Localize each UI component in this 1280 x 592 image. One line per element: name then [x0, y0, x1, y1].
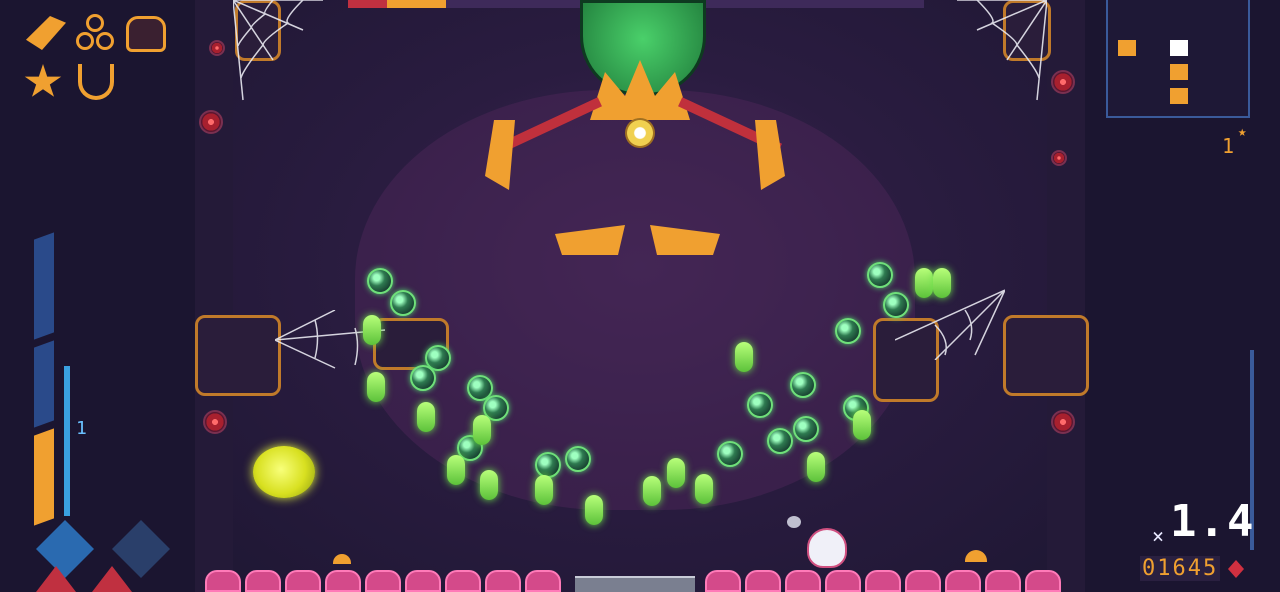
- slime-droplet: [853, 410, 871, 440]
- multiplier-value: 1.4: [1170, 496, 1256, 547]
- left-wall: [195, 0, 233, 592]
- boss-health-fill: [348, 0, 446, 8]
- blaster-icon[interactable]: [36, 520, 94, 578]
- star-icon: ★: [1238, 124, 1247, 140]
- ammo-count: 1: [76, 418, 87, 439]
- slime-droplet: [480, 470, 498, 500]
- slime-droplet: [447, 455, 465, 485]
- wall-eye: [1051, 70, 1075, 94]
- slime-droplet: [473, 415, 491, 445]
- slime-droplet: [417, 402, 435, 432]
- minimap: [1106, 0, 1250, 118]
- player-character: [807, 528, 847, 568]
- mushroom: [333, 554, 351, 564]
- wall-eye: [1051, 150, 1067, 166]
- star-badge-icon[interactable]: [24, 64, 62, 97]
- jar-icon[interactable]: [126, 16, 166, 52]
- slime-orb: [793, 416, 819, 442]
- slime-droplet: [735, 342, 753, 372]
- slime-orb: [410, 365, 436, 391]
- slime-orb: [390, 290, 416, 316]
- slime-orb: [883, 292, 909, 318]
- slime-droplet: [933, 268, 951, 298]
- minimap-current-room: [1170, 40, 1188, 56]
- cobweb: [233, 0, 323, 101]
- boss-leg-claw: [650, 225, 720, 255]
- multiplier-prefix: ×: [1152, 524, 1165, 548]
- cobweb: [957, 0, 1047, 101]
- slime-droplet: [535, 475, 553, 505]
- right-wall-brick: [1003, 315, 1089, 396]
- energy-gauge: [34, 232, 74, 526]
- anchor-icon[interactable]: [78, 64, 114, 100]
- rocket-icon[interactable]: [26, 16, 66, 50]
- wall-eye: [209, 40, 225, 56]
- slime-orb: [367, 268, 393, 294]
- slime-orb: [747, 392, 773, 418]
- minimap-room: [1118, 40, 1136, 56]
- slime-blob: [253, 446, 315, 498]
- slime-orb: [565, 446, 591, 472]
- plus-icon[interactable]: [92, 566, 132, 592]
- slime-droplet: [695, 474, 713, 504]
- slime-orb: [767, 428, 793, 454]
- gem-icon: [1228, 560, 1244, 578]
- ability-slots: [34, 516, 184, 592]
- minimap-room: [1170, 88, 1188, 104]
- slime-droplet: [585, 495, 603, 525]
- slime-droplet: [915, 268, 933, 298]
- slime-orb: [535, 452, 561, 478]
- game-arena: [195, 0, 1089, 592]
- slime-droplet: [807, 452, 825, 482]
- spider-boss: [485, 0, 785, 270]
- boss-leg-claw: [555, 225, 625, 255]
- triple-orb-icon[interactable]: [74, 14, 118, 54]
- minimap-room: [1170, 64, 1188, 80]
- energy-fill: [34, 428, 54, 526]
- wall-eye: [203, 410, 227, 434]
- boss-eye: [625, 118, 655, 148]
- left-wall-brick: [195, 315, 281, 396]
- boss-leg-claw: [485, 120, 515, 190]
- slime-droplet: [363, 315, 381, 345]
- pickaxe-icon[interactable]: [112, 520, 170, 578]
- slime-orb: [867, 262, 893, 288]
- slime-orb: [835, 318, 861, 344]
- slime-orb: [717, 441, 743, 467]
- item-inventory: [22, 14, 172, 104]
- slime-droplet: [367, 372, 385, 402]
- wall-eye: [199, 110, 223, 134]
- wall-eye: [1051, 410, 1075, 434]
- boss-leg-claw: [755, 120, 785, 190]
- mushroom: [965, 550, 987, 562]
- player-drone: [787, 516, 801, 528]
- slime-droplet: [667, 458, 685, 488]
- slime-droplet: [643, 476, 661, 506]
- slime-orb: [790, 372, 816, 398]
- floor: [195, 568, 1085, 592]
- floor-counter: 1: [1222, 134, 1235, 158]
- score-counter: 01645: [1140, 556, 1221, 581]
